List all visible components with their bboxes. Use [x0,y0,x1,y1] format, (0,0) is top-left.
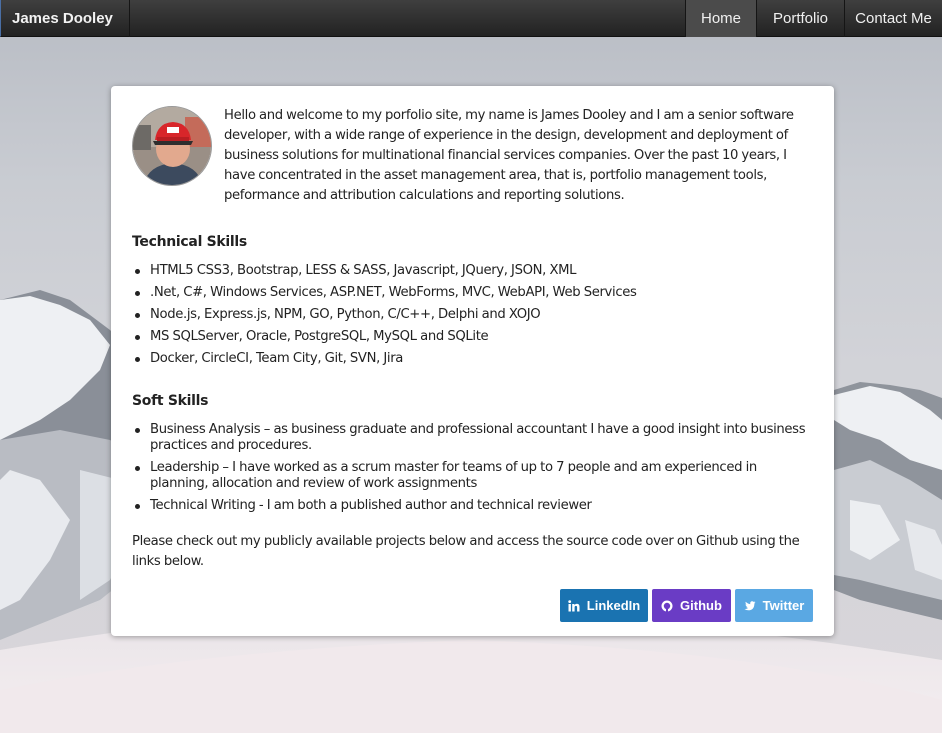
twitter-button[interactable]: Twitter [735,589,813,622]
linkedin-icon [568,599,580,612]
soft-skills-list: Business Analysis – as business graduate… [132,422,814,514]
list-item: Leadership – I have worked as a scrum ma… [132,460,814,492]
linkedin-button[interactable]: LinkedIn [560,589,648,622]
list-item: MS SQLServer, Oracle, PostgreSQL, MySQL … [132,329,814,345]
nav-item-contact-me[interactable]: Contact Me [844,0,942,37]
list-item: HTML5 CSS3, Bootstrap, LESS & SASS, Java… [132,263,814,279]
nav-item-portfolio[interactable]: Portfolio [756,0,844,37]
nav-menu: Home Portfolio Contact Me [685,0,942,37]
brand-link[interactable]: James Dooley [1,0,130,37]
outro-text: Please check out my publicly available p… [132,534,800,569]
social-links: LinkedIn Github Twitter [560,589,813,622]
twitter-label: Twitter [762,598,805,613]
navbar: James Dooley Home Portfolio Contact Me [0,0,942,37]
list-item: Technical Writing - I am both a publishe… [132,498,814,514]
soft-skills-section: Soft Skills Business Analysis – as busin… [132,393,814,514]
soft-skills-heading: Soft Skills [132,393,209,409]
nav-item-home[interactable]: Home [685,0,756,37]
technical-skills-list: HTML5 CSS3, Bootstrap, LESS & SASS, Java… [132,263,814,367]
list-item: Docker, CircleCI, Team City, Git, SVN, J… [132,351,814,367]
profile-card: Hello and welcome to my porfolio site, m… [111,86,834,636]
intro-text: Hello and welcome to my porfolio site, m… [224,108,794,203]
list-item: Node.js, Express.js, NPM, GO, Python, C/… [132,307,814,323]
github-button[interactable]: Github [652,589,731,622]
list-item: .Net, C#, Windows Services, ASP.NET, Web… [132,285,814,301]
avatar [132,106,212,186]
linkedin-label: LinkedIn [586,598,641,613]
list-item: Business Analysis – as business graduate… [132,422,814,454]
twitter-icon [744,600,756,612]
technical-skills-heading: Technical Skills [132,234,247,250]
profile-photo [133,107,211,185]
github-label: Github [680,598,722,613]
github-icon [661,600,673,612]
